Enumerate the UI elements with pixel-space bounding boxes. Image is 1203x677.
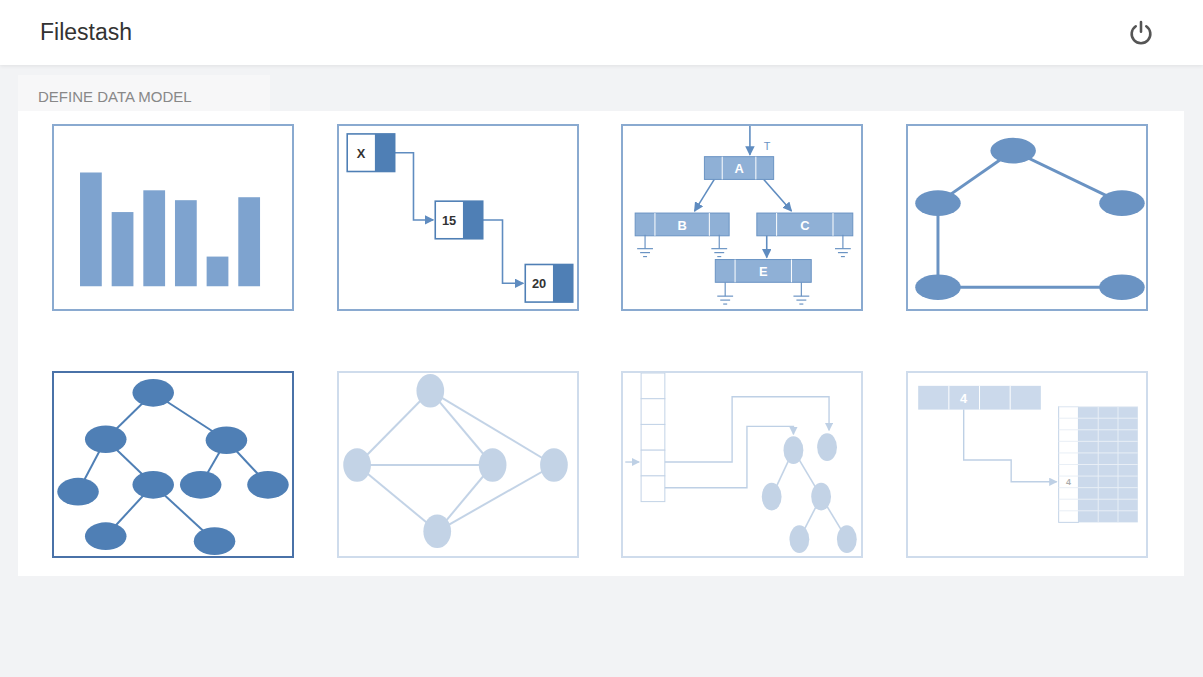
model-card: 44 [906,371,1148,558]
bar-chart-icon [54,126,292,309]
model-card[interactable]: T A B C E [621,124,863,311]
hash-table-icon: 44 [908,373,1146,556]
svg-text:A: A [735,161,744,176]
svg-text:T: T [764,140,771,152]
bar [112,212,134,286]
model-card[interactable] [52,371,294,558]
model-card[interactable]: X 15 20 [337,124,579,311]
svg-text:4: 4 [960,391,968,406]
svg-text:20: 20 [532,276,546,291]
list-node: X [347,134,394,172]
tree-node: B [635,213,729,236]
tree-node: E [716,260,812,283]
model-card [621,371,863,558]
list-node: 20 [525,264,572,302]
graph-icon [339,373,577,556]
app-title[interactable]: Filestash [40,19,132,46]
page: FilestashDEFINE DATA MODELX1520TABCE44 [0,0,1203,677]
svg-text:X: X [356,146,365,161]
model-card[interactable] [52,124,294,311]
svg-text:C: C [800,218,809,233]
list-node: 15 [435,201,482,239]
top-bar: Filestash [0,0,1203,65]
bar [207,257,229,287]
cycle-graph-icon [908,126,1146,309]
tree-node: A [705,157,774,180]
svg-text:B: B [678,218,687,233]
tree-node: C [757,213,853,236]
svg-text:E: E [759,264,768,279]
section-label: DEFINE DATA MODEL [18,75,270,111]
bar [238,197,260,286]
model-card[interactable] [906,124,1148,311]
bar [175,200,197,286]
bar [80,172,102,286]
content: DEFINE DATA MODELX1520TABCE44 [0,65,1203,576]
binary-tree-icon [54,373,292,556]
power-icon[interactable] [1127,19,1155,47]
model-card [337,371,579,558]
linked-list-icon: X 15 20 [339,126,577,309]
node-tree-icon: T A B C E [623,126,861,309]
model-panel: X1520TABCE44 [18,111,1184,576]
svg-text:4: 4 [1066,477,1071,487]
bar [143,190,165,286]
svg-text:15: 15 [442,213,456,228]
hash-tree-icon [623,373,861,556]
